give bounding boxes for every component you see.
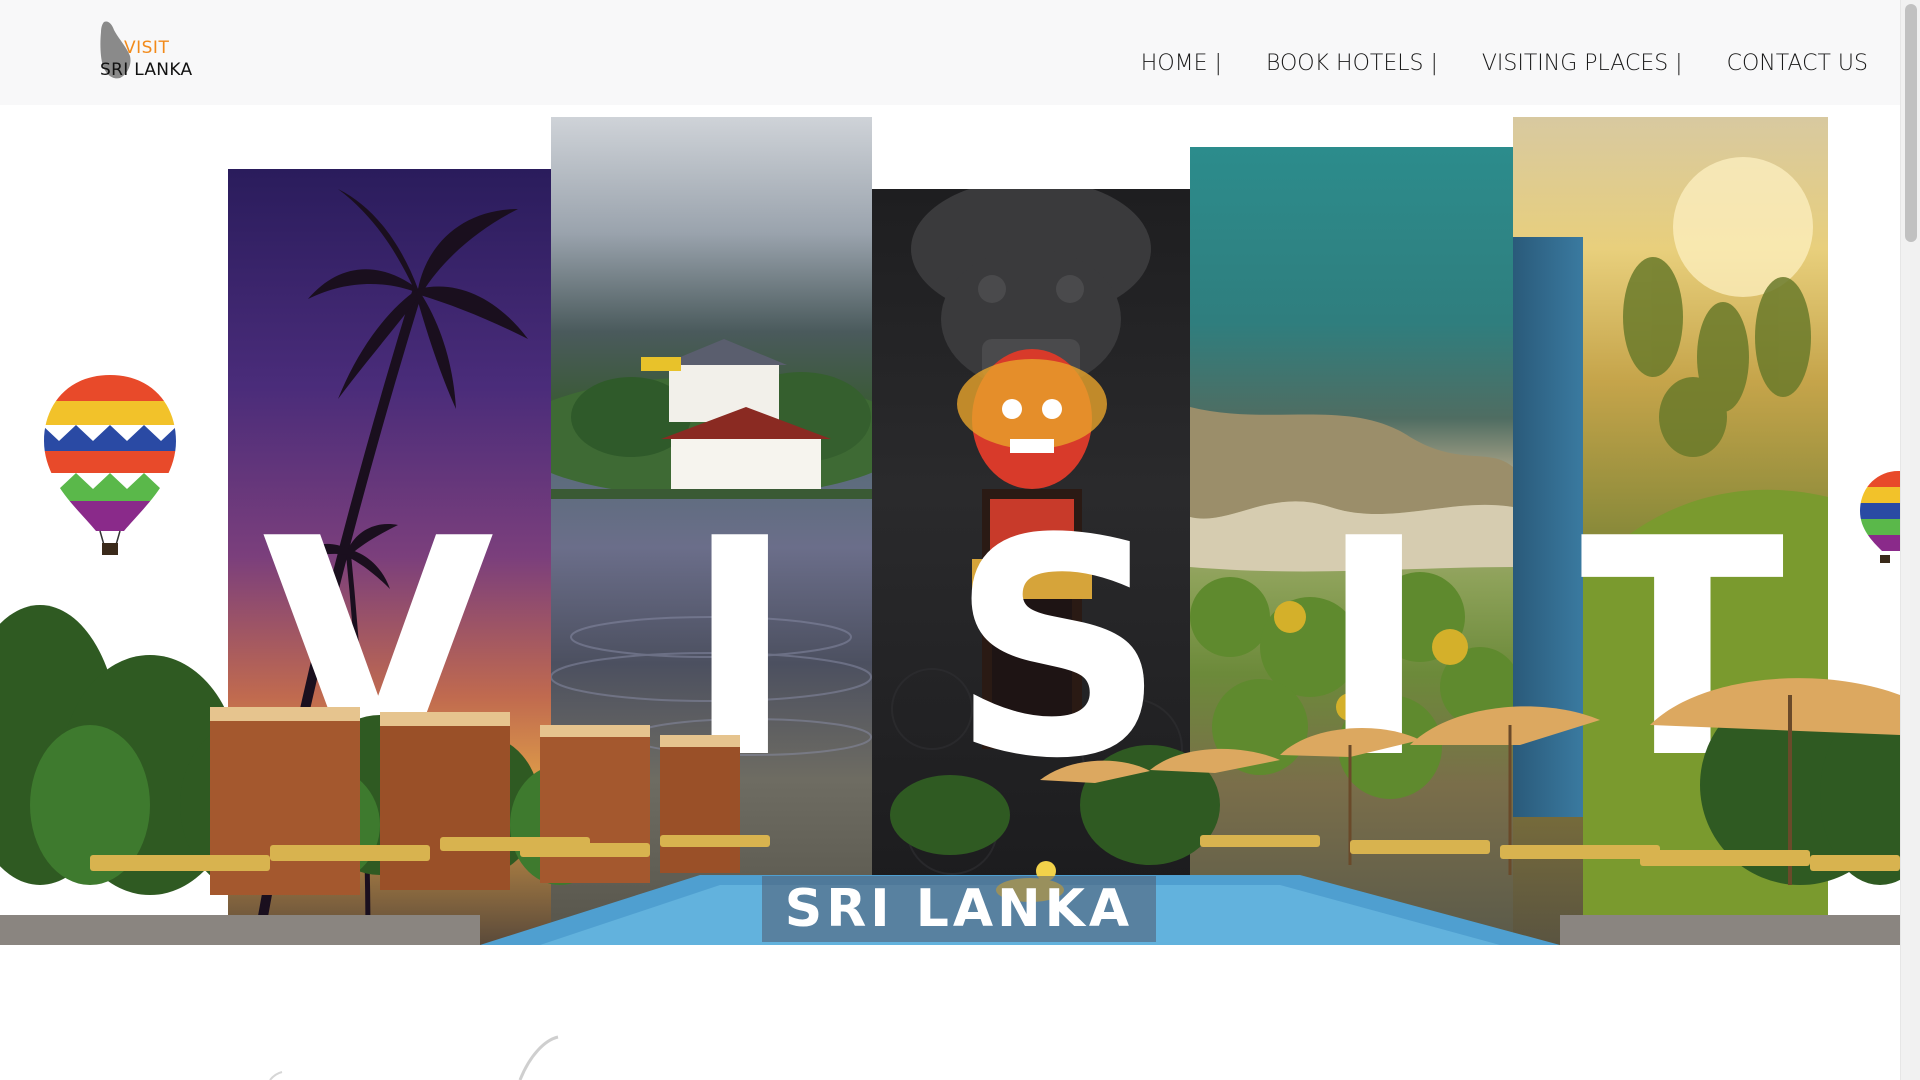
top-navbar: VISIT SRI LANKA HOME | BOOK HOTELS | VIS…: [0, 0, 1900, 105]
page-scrollbar[interactable]: [1900, 0, 1920, 1080]
logo-text-sri-lanka: SRI LANKA: [100, 60, 193, 80]
hero-subtitle-box: SRI LANKA: [762, 876, 1156, 942]
nav-visiting-places[interactable]: VISITING PLACES |: [1482, 51, 1683, 76]
hero-banner: V I S I T SRI LANKA: [0, 105, 1900, 945]
nav-book-hotels[interactable]: BOOK HOTELS |: [1266, 51, 1438, 76]
main-nav: HOME | BOOK HOTELS | VISITING PLACES | C…: [1097, 51, 1868, 76]
below-hero-section: [0, 945, 1900, 1080]
decorative-brush-stroke: [269, 1035, 559, 1080]
hero-subtitle: SRI LANKA: [784, 879, 1134, 939]
nav-contact-us[interactable]: CONTACT US: [1727, 51, 1868, 76]
nav-home[interactable]: HOME |: [1141, 51, 1222, 76]
site-logo[interactable]: VISIT SRI LANKA: [98, 20, 208, 84]
hot-air-balloon-left: [44, 375, 176, 555]
logo-text-visit: VISIT: [124, 38, 170, 58]
scrollbar-thumb[interactable]: [1905, 4, 1917, 242]
